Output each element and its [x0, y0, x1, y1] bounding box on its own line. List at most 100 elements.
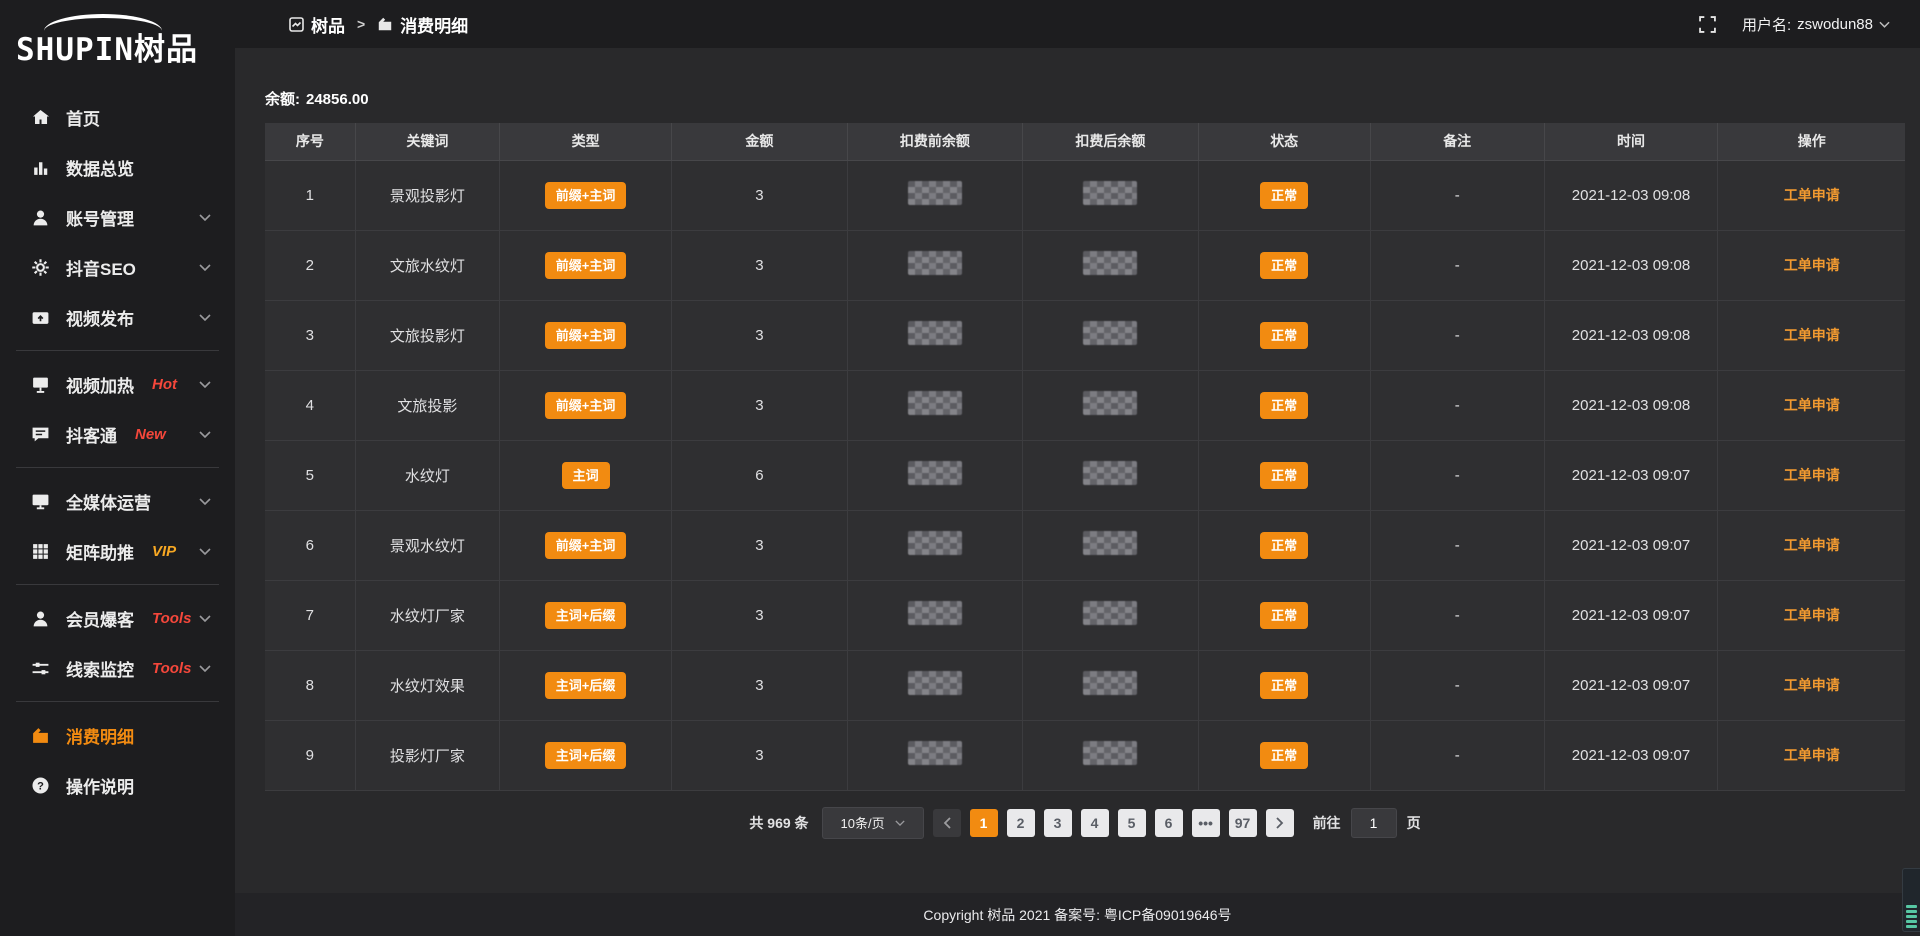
sidebar-item-consumption-detail[interactable]: 消费明细 [0, 710, 235, 760]
work-order-link[interactable]: 工单申请 [1784, 747, 1840, 763]
page-ellipsis-button[interactable]: ••• [1192, 809, 1220, 837]
page-button-1[interactable]: 1 [970, 809, 998, 837]
sidebar-divider [16, 701, 219, 702]
column-header: 类型 [500, 123, 672, 160]
sidebar-divider [16, 350, 219, 351]
cell-keyword: 水纹灯厂家 [355, 580, 499, 650]
sidebar-item-home[interactable]: 首页 [0, 92, 235, 142]
balance-value: 24856.00 [306, 91, 369, 108]
column-header: 扣费前余额 [847, 123, 1022, 160]
table-row: 7水纹灯厂家主词+后缀3正常-2021-12-03 09:07工单申请 [265, 580, 1905, 650]
table-row: 2文旅水纹灯前缀+主词3正常-2021-12-03 09:08工单申请 [265, 230, 1905, 300]
table-row: 9投影灯厂家主词+后缀3正常-2021-12-03 09:07工单申请 [265, 720, 1905, 790]
blurred-balance-before [908, 251, 962, 275]
column-header: 关键词 [355, 123, 499, 160]
page-button-3[interactable]: 3 [1044, 809, 1072, 837]
cell-no: 3 [265, 300, 355, 370]
page-buttons: 123456 ••• 97 [970, 809, 1257, 837]
table-header-row: 序号关键词类型金额扣费前余额扣费后余额状态备注时间操作 [265, 123, 1905, 160]
work-order-link[interactable]: 工单申请 [1784, 467, 1840, 483]
prev-page-button[interactable] [933, 809, 961, 837]
consumption-table: 序号关键词类型金额扣费前余额扣费后余额状态备注时间操作 1景观投影灯前缀+主词3… [265, 123, 1905, 791]
gear-icon [30, 257, 50, 277]
chevron-down-icon [199, 665, 211, 672]
blurred-balance-before [908, 461, 962, 485]
pagination-total: 共 969 条 [749, 813, 808, 833]
sidebar-item-instructions[interactable]: ?操作说明 [0, 760, 235, 810]
cell-keyword: 文旅水纹灯 [355, 230, 499, 300]
sidebar-item-video-heat[interactable]: 视频加热 Hot [0, 359, 235, 409]
work-order-link[interactable]: 工单申请 [1784, 327, 1840, 343]
sidebar-item-label: 视频发布 [66, 305, 134, 330]
cell-keyword: 景观投影灯 [355, 160, 499, 230]
page-button-4[interactable]: 4 [1081, 809, 1109, 837]
blurred-balance-after [1083, 251, 1137, 275]
chat-icon [30, 424, 50, 444]
work-order-link[interactable]: 工单申请 [1784, 607, 1840, 623]
floating-widget[interactable] [1902, 868, 1920, 932]
sidebar-item-douyin-seo[interactable]: 抖音SEO [0, 242, 235, 292]
sidebar-item-label: 视频加热 [66, 372, 134, 397]
blurred-balance-after [1083, 321, 1137, 345]
breadcrumb-page[interactable]: 消费明细 [377, 12, 468, 37]
chevron-down-icon [199, 431, 211, 438]
sidebar-item-label: 抖音SEO [66, 255, 136, 280]
status-badge: 正常 [1260, 392, 1308, 419]
breadcrumb-app[interactable]: 树品 [289, 12, 345, 37]
goto-page-input[interactable] [1351, 808, 1397, 838]
page-button-97[interactable]: 97 [1229, 809, 1257, 837]
blurred-balance-after [1083, 741, 1137, 765]
page-button-2[interactable]: 2 [1007, 809, 1035, 837]
app-icon [289, 17, 304, 32]
sidebar-item-label: 操作说明 [66, 773, 134, 798]
next-page-button[interactable] [1266, 809, 1294, 837]
sidebar-item-member-burst[interactable]: 会员爆客Tools [0, 593, 235, 643]
monitor-icon [30, 491, 50, 511]
goto-suffix: 页 [1407, 813, 1421, 833]
work-order-link[interactable]: 工单申请 [1784, 677, 1840, 693]
user-dropdown[interactable]: 用户名: zswodun88 [1742, 14, 1890, 35]
sidebar-item-media-operation[interactable]: 全媒体运营 [0, 476, 235, 526]
work-order-link[interactable]: 工单申请 [1784, 257, 1840, 273]
blurred-balance-before [908, 741, 962, 765]
blurred-balance-before [908, 321, 962, 345]
video-icon [30, 307, 50, 327]
blurred-balance-after [1083, 671, 1137, 695]
sidebar-item-matrix-boost[interactable]: 矩阵助推VIP [0, 526, 235, 576]
page-size-select[interactable]: 10条/页 [822, 807, 924, 839]
column-header: 备注 [1370, 123, 1544, 160]
blurred-balance-after [1083, 461, 1137, 485]
cell-amount: 3 [672, 300, 847, 370]
sidebar-item-account-manage[interactable]: 账号管理 [0, 192, 235, 242]
cell-no: 2 [265, 230, 355, 300]
wallet-icon [30, 725, 50, 745]
blurred-balance-before [908, 391, 962, 415]
cell-remark: - [1370, 230, 1544, 300]
work-order-link[interactable]: 工单申请 [1784, 397, 1840, 413]
goto-label: 前往 [1313, 813, 1341, 833]
page-button-5[interactable]: 5 [1118, 809, 1146, 837]
sidebar-item-lead-monitor[interactable]: 线索监控Tools [0, 643, 235, 693]
sidebar-item-video-publish[interactable]: 视频发布 [0, 292, 235, 342]
cell-keyword: 水纹灯 [355, 440, 499, 510]
cell-time: 2021-12-03 09:07 [1544, 720, 1718, 790]
page-button-6[interactable]: 6 [1155, 809, 1183, 837]
breadcrumb-separator: > [357, 16, 365, 32]
work-order-link[interactable]: 工单申请 [1784, 187, 1840, 203]
column-header: 序号 [265, 123, 355, 160]
home-icon [30, 107, 50, 127]
blurred-balance-after [1083, 181, 1137, 205]
sidebar-item-data-overview[interactable]: 数据总览 [0, 142, 235, 192]
chart-icon [30, 157, 50, 177]
balance: 余额:24856.00 [265, 88, 1905, 109]
status-badge: 正常 [1260, 462, 1308, 489]
topbar: 树品 > 消费明细 用户名: zswodun88 [235, 0, 1920, 48]
sidebar-item-doukehtong[interactable]: 抖客通New [0, 409, 235, 459]
cell-time: 2021-12-03 09:07 [1544, 510, 1718, 580]
cell-keyword: 投影灯厂家 [355, 720, 499, 790]
fullscreen-icon[interactable] [1699, 16, 1716, 33]
sidebar-item-tag: Hot [152, 376, 177, 393]
table-row: 4文旅投影前缀+主词3正常-2021-12-03 09:08工单申请 [265, 370, 1905, 440]
sidebar-item-tag: New [135, 426, 166, 443]
work-order-link[interactable]: 工单申请 [1784, 537, 1840, 553]
